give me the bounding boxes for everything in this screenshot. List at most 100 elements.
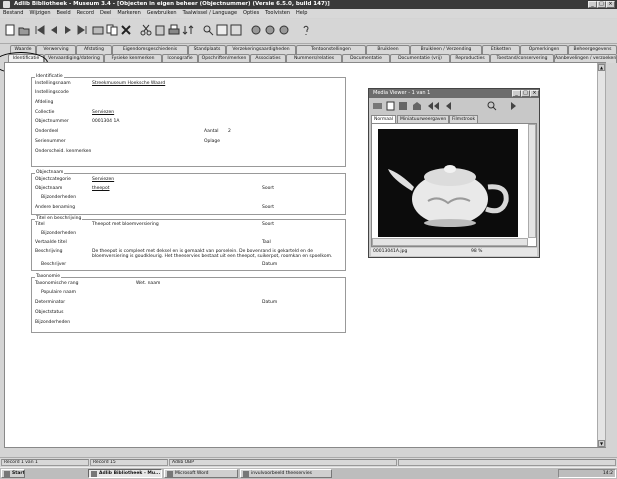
media-viewer-pane	[371, 123, 537, 247]
instellingsnaam-field[interactable]: Streekmuseum Hoeksche Waard	[92, 81, 165, 87]
menu-deel[interactable]: Deel	[100, 9, 111, 18]
menu-wijzigen[interactable]: Wijzigen	[29, 9, 50, 18]
copy-icon[interactable]	[106, 24, 118, 36]
task-label: Adlib Bibliotheek - Mu...	[99, 471, 161, 476]
help-icon[interactable]	[300, 24, 312, 36]
mv-close-button[interactable]: ×	[530, 90, 539, 97]
menu-record[interactable]: Record	[77, 9, 94, 18]
tab-tentoonstellingen[interactable]: Tentoonstellingen	[296, 45, 366, 54]
group-title: Identificatie	[35, 74, 64, 79]
mv-tab-miniatuur[interactable]: Miniatuurweergaven	[397, 115, 450, 123]
copy-icon	[386, 101, 395, 111]
tab-beheergegevens[interactable]: Beheergegevens	[568, 45, 617, 54]
tab-afstoting[interactable]: Afstoting	[76, 45, 112, 54]
task-word[interactable]: Microsoft Word	[164, 469, 238, 478]
mv-horizontal-scrollbar[interactable]	[372, 238, 528, 246]
menu-markeren[interactable]: Markeren	[117, 9, 140, 18]
group-title: Objectnaam	[35, 170, 65, 175]
next-record-icon[interactable]	[62, 24, 74, 36]
menu-opties[interactable]: Opties	[243, 9, 259, 18]
settings-icon[interactable]	[278, 24, 290, 36]
group-identificatie: Identificatie Instellingsnaam Streekmuse…	[31, 74, 346, 167]
field-label: Bijzonderheden	[35, 320, 71, 325]
soort-label: Soort	[262, 186, 274, 191]
field-label: Onderdeel	[35, 129, 59, 134]
collectie-field[interactable]: Serviezen	[92, 110, 114, 116]
edit-icon[interactable]	[92, 24, 104, 36]
scroll-down-button[interactable]: ▼	[598, 440, 605, 447]
taal-label: Taal	[262, 240, 271, 245]
paste-icon[interactable]	[154, 24, 166, 36]
home-icon	[413, 102, 421, 110]
mv-vertical-scrollbar[interactable]	[528, 124, 536, 238]
minimize-button[interactable]: _	[588, 1, 597, 8]
field-label: Serienummer	[35, 139, 66, 144]
media-zoom: 98 %	[471, 249, 483, 254]
task-adlib[interactable]: Adlib Bibliotheek - Mu...	[88, 469, 162, 478]
mv-maximize-button[interactable]: □	[521, 90, 530, 97]
maximize-button[interactable]: □	[597, 1, 606, 8]
objectnummer-field[interactable]: 0001304 1A	[92, 119, 119, 125]
field-label: Beschrijver	[41, 262, 67, 267]
tab-bruikleen-verzending[interactable]: Bruikleen / Verzending	[410, 45, 482, 54]
aantal-field[interactable]: 2	[228, 129, 231, 135]
prev-record-icon[interactable]	[48, 24, 60, 36]
mv-minimize-button[interactable]: _	[512, 90, 521, 97]
datum-label: Datum	[262, 300, 278, 305]
group-title: Titel en beschrijving	[35, 216, 83, 221]
adlib-icon	[91, 471, 97, 477]
field-label: Bijzonderheden	[41, 231, 77, 236]
scroll-up-button[interactable]: ▲	[598, 64, 605, 71]
group-titel-beschrijving: Titel en beschrijving Titel Theepot met …	[31, 216, 346, 271]
menu-gebruiken[interactable]: Gewbruiken	[147, 9, 177, 18]
mv-tab-filmstrook[interactable]: Filmstrook	[449, 115, 479, 123]
sort-icon[interactable]	[182, 24, 194, 36]
menu-help[interactable]: Help	[296, 9, 307, 18]
media-viewer-status: 00013041A.jpg 98 %	[371, 248, 537, 256]
task-label: invulvoorbeeld theeservies	[251, 471, 312, 476]
titel-field[interactable]: Theepot met bloemversiering	[92, 222, 159, 228]
window-title: Adlib Bibliotheek - Museum 3.4 - [Object…	[14, 1, 330, 7]
objectcategorie-field[interactable]: Serviezen	[92, 177, 114, 183]
tab-opmerkingen[interactable]: Opmerkingen	[520, 45, 568, 54]
menu-language[interactable]: Taalwissel / Language	[183, 9, 237, 18]
tab-etiketten[interactable]: Etiketten	[482, 45, 520, 54]
tab-standplaats[interactable]: Standplaats	[188, 45, 226, 54]
last-record-icon[interactable]	[76, 24, 88, 36]
tab-eigendomsgeschiedenis[interactable]: Eigendomsgeschiedenis	[112, 45, 188, 54]
print-icon[interactable]	[168, 24, 180, 36]
group-taxonomie: Taxonomie Taxonomische rang Wet. naam Po…	[31, 274, 346, 333]
field-label: Objectnummer	[35, 119, 69, 124]
close-button[interactable]: ×	[606, 1, 615, 8]
prev-icon	[446, 102, 451, 110]
field-label: Objectnaam	[35, 186, 63, 191]
tab-verwerving[interactable]: Verwerving	[36, 45, 76, 54]
vertical-scrollbar[interactable]: ▲ ▼	[597, 63, 606, 447]
field-label: Andere benaming	[35, 205, 76, 210]
mv-tab-normaal[interactable]: Normaal	[371, 115, 397, 123]
objectnaam-field[interactable]: theepot	[92, 186, 110, 192]
menu-bestand[interactable]: Bestand	[3, 9, 23, 18]
report-icon[interactable]	[264, 24, 276, 36]
search-icon[interactable]	[202, 24, 214, 36]
list-icon[interactable]	[250, 24, 262, 36]
media-filename: 00013041A.jpg	[373, 249, 408, 254]
soort-label: Soort	[262, 205, 274, 210]
field-label: Beschrijving	[35, 249, 63, 254]
delete-icon[interactable]	[120, 24, 132, 36]
task-document[interactable]: invulvoorbeeld theeservies	[240, 469, 332, 478]
menu-beeld[interactable]: Beeld	[57, 9, 71, 18]
open-icon[interactable]	[18, 24, 30, 36]
cut-icon[interactable]	[140, 24, 152, 36]
new-icon[interactable]	[4, 24, 16, 36]
teapot-photo	[378, 129, 518, 237]
tab-verzekeringsaardigheden[interactable]: Verzekeringsaardigheden	[226, 45, 296, 54]
menu-toolvisten[interactable]: Toolvisten	[265, 9, 290, 18]
beschrijving-field[interactable]: De theepot is compleet met deksel en is …	[92, 249, 342, 259]
window-title-bar: Adlib Bibliotheek - Museum 3.4 - [Object…	[0, 0, 617, 9]
field-icon[interactable]	[230, 24, 242, 36]
link-icon[interactable]	[216, 24, 228, 36]
tab-bruikleen[interactable]: Bruikleen	[366, 45, 410, 54]
first-record-icon[interactable]	[34, 24, 46, 36]
start-button[interactable]: Start	[1, 469, 25, 478]
